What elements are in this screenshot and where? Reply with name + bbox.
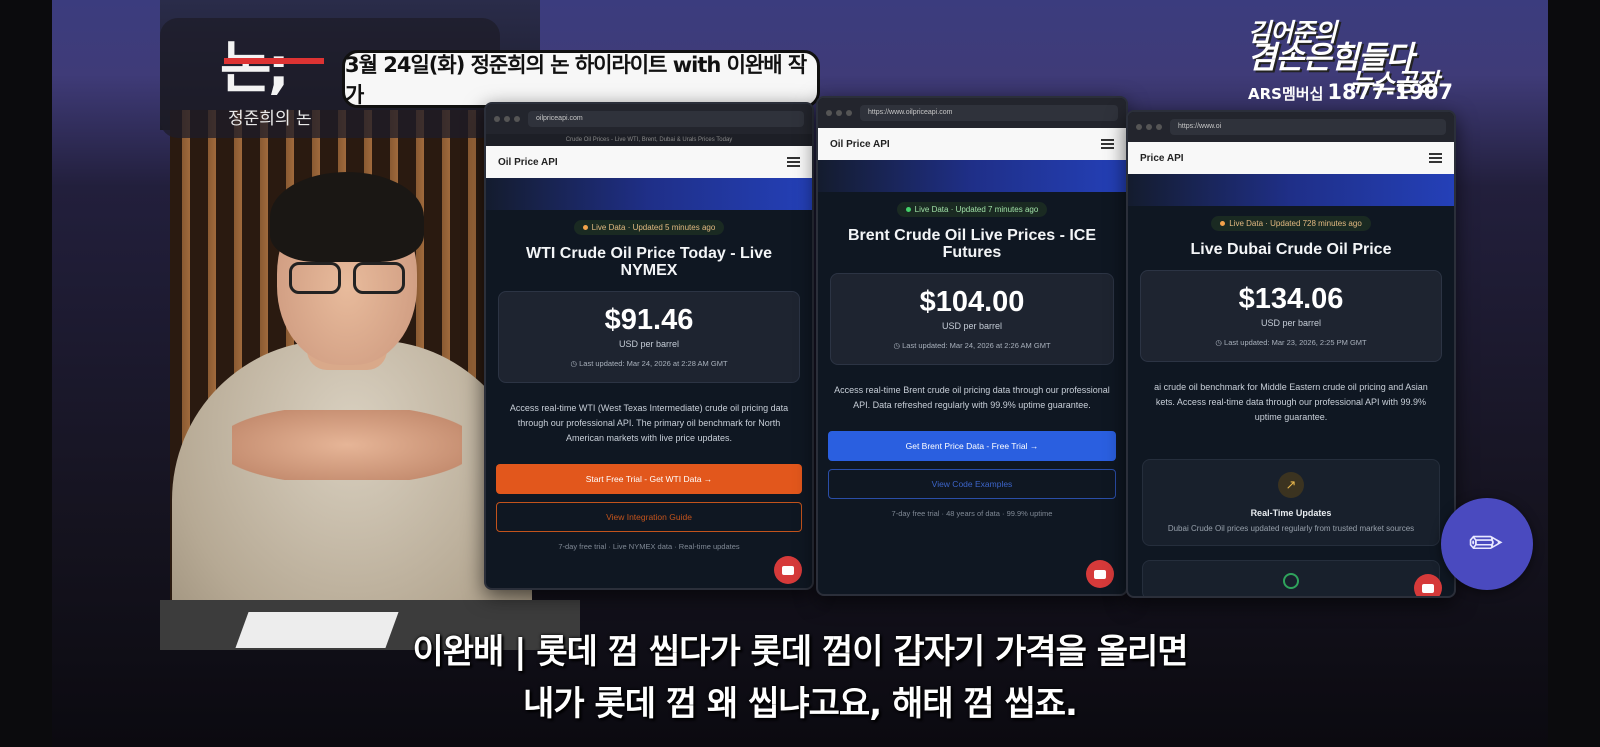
site-brand[interactable]: Oil Price API <box>498 157 558 168</box>
page-title: Live Dubai Crude Oil Price <box>1190 241 1392 258</box>
ars-label: ARS멤버십 <box>1248 85 1324 103</box>
page-content: Live Data · Updated 5 minutes ago WTI Cr… <box>486 210 812 557</box>
hero-band <box>486 178 812 210</box>
site-navbar: Oil Price API <box>486 146 812 178</box>
site-navbar: Oil Price API <box>818 128 1126 160</box>
tab-title[interactable]: Crude Oil Prices - Live WTI, Brent, Duba… <box>486 134 812 146</box>
live-dot-icon <box>905 207 911 213</box>
ars-membership: ARS멤버십 1877-1907 <box>1248 80 1453 104</box>
glasses-lens-left <box>289 262 341 294</box>
presenter <box>172 170 532 640</box>
site-navbar: Price API <box>1128 142 1454 174</box>
get-brent-data-button[interactable]: Get Brent Price Data - Free Trial → <box>828 431 1116 461</box>
chat-icon[interactable] <box>1414 574 1442 596</box>
live-badge-text: Live Data · Updated 728 minutes ago <box>1229 219 1362 228</box>
description: Access real-time WTI (West Texas Interme… <box>509 403 789 443</box>
live-badge: Live Data · Updated 5 minutes ago <box>573 220 725 235</box>
hero-band <box>1128 174 1454 206</box>
page-content: Live Data · Updated 7 minutes ago Brent … <box>818 192 1126 524</box>
trial-note: 7-day free trial · 48 years of data · 99… <box>891 509 1053 518</box>
code-examples-button[interactable]: View Code Examples <box>828 469 1116 499</box>
chat-icon[interactable] <box>774 556 802 584</box>
browser-toolbar: oilpriceapi.com <box>486 104 812 134</box>
subtitle-line-1: 이완배 | 롯데 껌 씹다가 롯데 껌이 갑자기 가격을 올리면 <box>412 632 1188 672</box>
menu-icon[interactable] <box>1429 153 1442 163</box>
browser-toolbar: https://www.oi <box>1128 112 1454 142</box>
browser-window-wti: oilpriceapi.com Crude Oil Prices - Live … <box>484 102 814 590</box>
pencil-icon: ✎ <box>1459 516 1515 572</box>
presenter-hair <box>270 172 424 262</box>
price-unit: USD per barrel <box>618 339 680 349</box>
page-title: Brent Crude Oil Live Prices - ICE Future… <box>847 227 1097 261</box>
price-card: $134.06 USD per barrel ◷ Last updated: M… <box>1140 270 1442 362</box>
price-value: $104.00 <box>919 286 1025 318</box>
last-updated: ◷ Last updated: Mar 24, 2026 at 2:28 AM … <box>499 359 799 368</box>
trend-up-icon: ↗ <box>1278 472 1304 498</box>
page-content: Live Data · Updated 728 minutes ago Live… <box>1128 206 1454 596</box>
pencil-fab-button[interactable]: ✎ <box>1441 498 1533 590</box>
live-badge-text: Live Data · Updated 7 minutes ago <box>914 205 1039 214</box>
ars-number: 1877-1907 <box>1327 80 1453 104</box>
subtitle-line-2: 내가 롯데 껌 왜 씹냐고요, 해태 껌 씹죠. <box>523 684 1078 724</box>
program-logo-subtitle: 정준희의 논 <box>228 109 312 129</box>
clock-icon: ◷ <box>570 359 580 368</box>
check-circle-icon <box>1283 573 1299 589</box>
start-trial-button[interactable]: Start Free Trial - Get WTI Data → <box>496 464 802 494</box>
page-title: WTI Crude Oil Price Today - Live NYMEX <box>526 245 772 279</box>
live-badge: Live Data · Updated 7 minutes ago <box>896 202 1048 217</box>
last-updated-text: Last updated: Mar 24, 2026 at 2:28 AM GM… <box>579 359 728 368</box>
address-bar[interactable]: https://www.oi <box>1170 119 1446 135</box>
feature-card: ↗ Real-Time Updates Dubai Crude Oil pric… <box>1142 459 1440 546</box>
site-brand[interactable]: Price API <box>1140 153 1184 164</box>
description: ai crude oil benchmark for Middle Easter… <box>1154 382 1428 422</box>
chat-icon[interactable] <box>1086 560 1114 588</box>
window-controls[interactable] <box>494 116 520 122</box>
last-updated: ◷ Last updated: Mar 23, 2026, 2:25 PM GM… <box>1141 338 1441 347</box>
menu-icon[interactable] <box>787 157 800 167</box>
window-controls[interactable] <box>1136 124 1162 130</box>
browser-window-brent: https://www.oilpriceapi.com Oil Price AP… <box>816 96 1128 596</box>
integration-guide-button[interactable]: View Integration Guide <box>496 502 802 532</box>
address-bar[interactable]: https://www.oilpriceapi.com <box>860 105 1118 121</box>
address-bar[interactable]: oilpriceapi.com <box>528 111 804 127</box>
clock-icon: ◷ <box>1215 338 1225 347</box>
feature-card-2 <box>1142 560 1440 596</box>
presenter-hands <box>232 410 462 480</box>
glasses-lens-right <box>353 262 405 294</box>
site-brand[interactable]: Oil Price API <box>830 139 890 150</box>
trial-note: 7-day free trial · Live NYMEX data · Rea… <box>558 542 740 551</box>
presenter-sweater <box>172 340 532 640</box>
feature-title: Real-Time Updates <box>1250 508 1332 518</box>
window-controls[interactable] <box>826 110 852 116</box>
live-dot-icon <box>1220 221 1226 227</box>
price-unit: USD per barrel <box>941 321 1003 331</box>
show-logo: 김어준의 겸손은힘들다 뉴스공장 <box>1248 20 1458 95</box>
price-unit: USD per barrel <box>1260 318 1322 328</box>
episode-headline: 3월 24일(화) 정준희의 논 하이라이트 with 이완배 작가 <box>342 50 820 108</box>
price-card: $91.46 USD per barrel ◷ Last updated: Ma… <box>498 291 800 383</box>
browser-toolbar: https://www.oilpriceapi.com <box>818 98 1126 128</box>
live-dot-icon <box>582 225 588 231</box>
live-badge-text: Live Data · Updated 5 minutes ago <box>591 223 716 232</box>
last-updated-text: Last updated: Mar 24, 2026 at 2:26 AM GM… <box>902 341 1051 350</box>
last-updated-text: Last updated: Mar 23, 2026, 2:25 PM GMT <box>1224 338 1367 347</box>
price-value: $134.06 <box>1238 283 1344 315</box>
description: Access real-time Brent crude oil pricing… <box>834 385 1110 410</box>
live-badge: Live Data · Updated 728 minutes ago <box>1211 216 1371 231</box>
menu-icon[interactable] <box>1101 139 1114 149</box>
clock-icon: ◷ <box>893 341 903 350</box>
price-value: $91.46 <box>604 304 694 336</box>
presenter-glasses <box>287 262 407 296</box>
browser-window-dubai: https://www.oi Price API Live Data · Upd… <box>1126 110 1456 598</box>
program-logo-mark: 논; <box>220 34 330 104</box>
feature-description: Dubai Crude Oil prices updated regularly… <box>1167 524 1415 533</box>
last-updated: ◷ Last updated: Mar 24, 2026 at 2:26 AM … <box>831 341 1113 350</box>
price-card: $104.00 USD per barrel ◷ Last updated: M… <box>830 273 1114 365</box>
hero-band <box>818 160 1126 192</box>
